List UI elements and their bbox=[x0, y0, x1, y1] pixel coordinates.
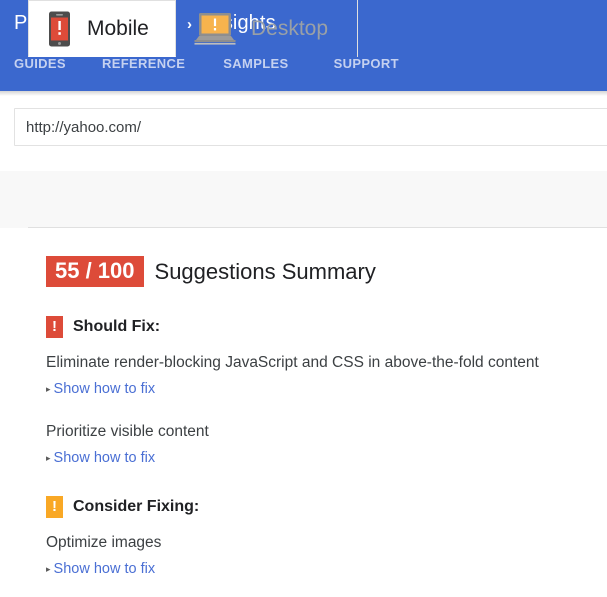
nav-item-support[interactable]: SUPPORT bbox=[334, 56, 399, 71]
tab-desktop-label: Desktop bbox=[251, 16, 329, 40]
tab-mobile[interactable]: Mobile bbox=[28, 0, 176, 57]
suggestion-text: Prioritize visible content bbox=[46, 423, 209, 440]
show-how-to-fix-link[interactable]: ▸ Show how to fix bbox=[46, 381, 155, 397]
url-input[interactable] bbox=[14, 108, 607, 146]
results-panel: 55 / 100 Suggestions Summary ! Should Fi… bbox=[0, 228, 607, 597]
group-should-fix: ! Should Fix: Eliminate render-blocking … bbox=[46, 316, 539, 477]
list-item: Prioritize visible content ▸ Show how to… bbox=[46, 422, 539, 466]
severity-high-icon: ! bbox=[46, 316, 63, 338]
nav-item-reference[interactable]: REFERENCE bbox=[102, 56, 185, 71]
nav-item-guides[interactable]: GUIDES bbox=[14, 56, 66, 71]
list-item: Eliminate render-blocking JavaScript and… bbox=[46, 353, 539, 397]
url-bar-row bbox=[0, 108, 607, 146]
suggestion-text: Eliminate render-blocking JavaScript and… bbox=[46, 354, 539, 371]
group-consider-fixing: ! Consider Fixing: Optimize images ▸ Sho… bbox=[46, 496, 199, 588]
tabstrip-left-edge bbox=[0, 171, 28, 228]
show-how-to-fix-label: Show how to fix bbox=[53, 561, 156, 577]
score-badge: 55 / 100 bbox=[46, 256, 144, 287]
show-how-to-fix-label: Show how to fix bbox=[53, 450, 156, 466]
laptop-warning-icon bbox=[194, 12, 236, 46]
platform-tabstrip bbox=[0, 171, 607, 228]
primary-nav: GUIDES REFERENCE SAMPLES SUPPORT bbox=[14, 56, 399, 71]
tab-desktop[interactable]: Desktop bbox=[176, 0, 358, 57]
exclamation-glyph: ! bbox=[52, 317, 57, 335]
nav-item-samples[interactable]: SAMPLES bbox=[223, 56, 288, 71]
suggestions-summary-title: Suggestions Summary bbox=[154, 258, 376, 284]
group-consider-fixing-header: ! Consider Fixing: bbox=[46, 496, 199, 518]
mobile-phone-warning-icon bbox=[47, 11, 72, 47]
suggestions-summary-header: 55 / 100 Suggestions Summary bbox=[46, 256, 376, 287]
header-shadow bbox=[0, 91, 607, 96]
group-should-fix-header: ! Should Fix: bbox=[46, 316, 539, 338]
group-consider-fixing-title: Consider Fixing: bbox=[73, 498, 200, 515]
chevron-right-icon: ▸ bbox=[46, 452, 51, 463]
severity-medium-icon: ! bbox=[46, 496, 63, 518]
tab-mobile-label: Mobile bbox=[87, 16, 149, 40]
show-how-to-fix-label: Show how to fix bbox=[53, 381, 156, 397]
show-how-to-fix-link[interactable]: ▸ Show how to fix bbox=[46, 561, 155, 577]
group-should-fix-title: Should Fix: bbox=[73, 318, 161, 335]
exclamation-glyph: ! bbox=[52, 497, 57, 515]
chevron-right-icon: ▸ bbox=[46, 383, 51, 394]
list-item: Optimize images ▸ Show how to fix bbox=[46, 533, 199, 577]
suggestion-text: Optimize images bbox=[46, 534, 162, 551]
show-how-to-fix-link[interactable]: ▸ Show how to fix bbox=[46, 450, 155, 466]
chevron-right-icon: ▸ bbox=[46, 563, 51, 574]
